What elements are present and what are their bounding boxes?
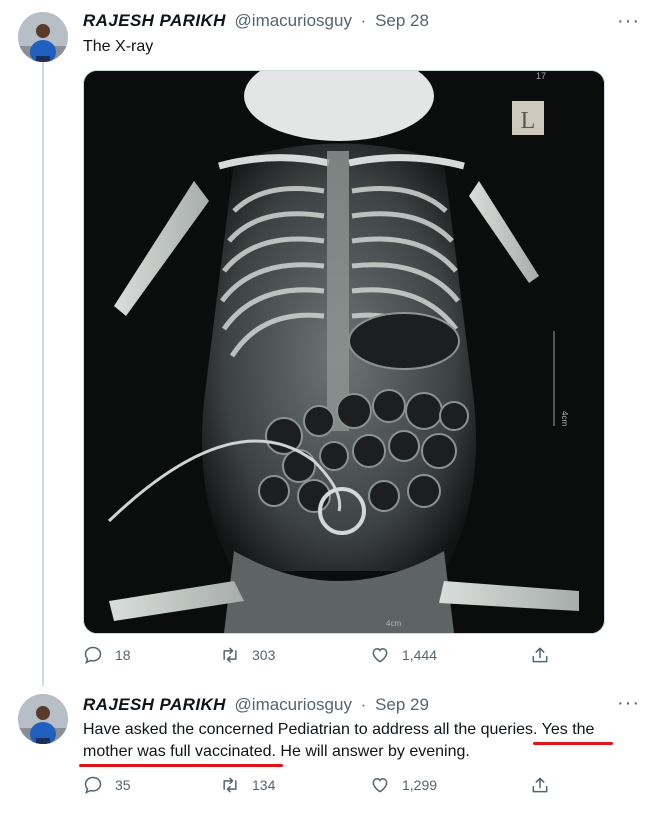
more-icon[interactable]: ···	[617, 692, 640, 715]
tweet-actions: 18 303 1,444	[83, 645, 603, 671]
like-count: 1,444	[402, 647, 438, 663]
xray-scale-label-bottom: 4cm	[386, 619, 401, 628]
avatar[interactable]	[18, 12, 68, 62]
tweet-date[interactable]: Sep 29	[375, 695, 429, 714]
tweet-text: Have asked the concerned Pediatrian to a…	[83, 721, 595, 760]
reply-button[interactable]: 35	[83, 775, 131, 795]
tweet-header: RAJESH PARIKH @imacuriosguy · Sep 29	[83, 695, 429, 715]
share-button[interactable]	[530, 645, 562, 665]
share-icon	[532, 647, 548, 663]
retweet-button[interactable]: 134	[220, 775, 275, 795]
tweet-actions: 35 134 1,299	[83, 775, 603, 801]
separator: ·	[360, 11, 367, 30]
xray-image[interactable]: L 17 4cm 4cm	[83, 70, 605, 634]
red-underline-annotation	[79, 764, 283, 767]
tweet-header: RAJESH PARIKH @imacuriosguy · Sep 28	[83, 11, 429, 31]
xray-corner-label: 17	[536, 71, 546, 81]
more-icon[interactable]: ···	[617, 10, 640, 33]
like-button[interactable]: 1,299	[370, 775, 437, 795]
reply-icon	[84, 776, 102, 794]
author-name[interactable]: RAJESH PARIKH	[83, 11, 226, 30]
author-handle[interactable]: @imacuriosguy	[235, 11, 352, 30]
tweet-text: The X-ray	[83, 38, 154, 55]
like-icon	[372, 777, 388, 793]
retweet-icon	[223, 647, 237, 663]
tweet-2[interactable]: RAJESH PARIKH @imacuriosguy · Sep 29 ···…	[0, 684, 664, 814]
tweet-1[interactable]: RAJESH PARIKH @imacuriosguy · Sep 28 ···…	[0, 0, 664, 684]
reply-button[interactable]: 18	[83, 645, 131, 665]
author-name[interactable]: RAJESH PARIKH	[83, 695, 226, 714]
avatar[interactable]	[18, 694, 68, 744]
author-handle[interactable]: @imacuriosguy	[235, 695, 352, 714]
reply-icon	[84, 646, 102, 664]
share-button[interactable]	[530, 775, 562, 795]
like-icon	[372, 647, 388, 663]
reply-count: 18	[115, 647, 131, 663]
tweet-date[interactable]: Sep 28	[375, 11, 429, 30]
retweet-button[interactable]: 303	[220, 645, 275, 665]
retweet-count: 303	[252, 647, 276, 663]
retweet-count: 134	[252, 777, 276, 793]
reply-count: 35	[115, 777, 131, 793]
share-icon	[532, 777, 548, 793]
xray-marker-label: L	[521, 108, 536, 134]
retweet-icon	[223, 777, 237, 793]
like-button[interactable]: 1,444	[370, 645, 437, 665]
xray-scale-label-right: 4cm	[560, 411, 569, 426]
separator: ·	[360, 695, 367, 714]
like-count: 1,299	[402, 777, 438, 793]
red-underline-annotation	[533, 742, 613, 745]
